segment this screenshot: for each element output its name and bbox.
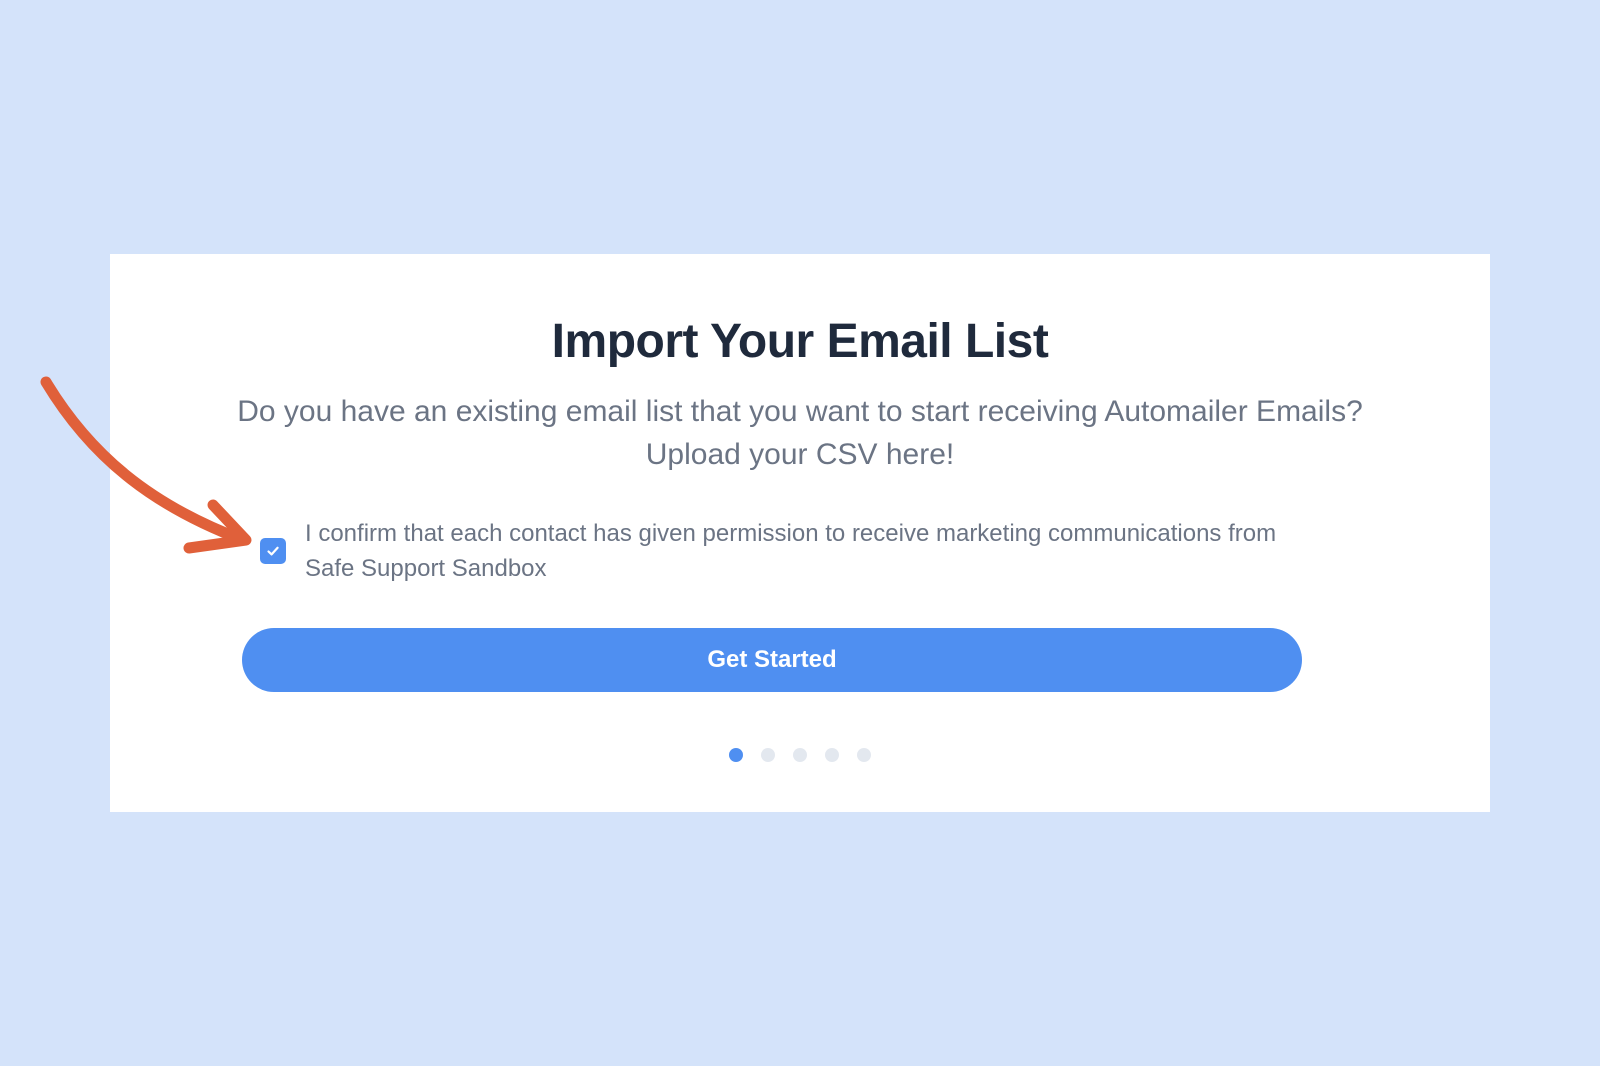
consent-checkbox[interactable]: [260, 538, 286, 564]
page-title: Import Your Email List: [551, 315, 1049, 368]
consent-row: I confirm that each contact has given pe…: [260, 516, 1320, 586]
pagination-dot-4[interactable]: [825, 748, 839, 762]
consent-label: I confirm that each contact has given pe…: [305, 520, 1277, 582]
pagination-dot-2[interactable]: [761, 748, 775, 762]
get-started-button[interactable]: Get Started: [242, 628, 1302, 692]
checkmark-icon: [267, 546, 279, 556]
import-email-list-card: Import Your Email List Do you have an ex…: [110, 254, 1490, 812]
pagination-dot-1[interactable]: [729, 748, 743, 762]
pagination-dot-3[interactable]: [793, 748, 807, 762]
description-text: Do you have an existing email list that …: [237, 395, 1363, 471]
screenshot-stage: Import Your Email List Do you have an ex…: [0, 0, 1600, 1066]
pagination-dots: [110, 748, 1490, 762]
pagination-dot-5[interactable]: [857, 748, 871, 762]
